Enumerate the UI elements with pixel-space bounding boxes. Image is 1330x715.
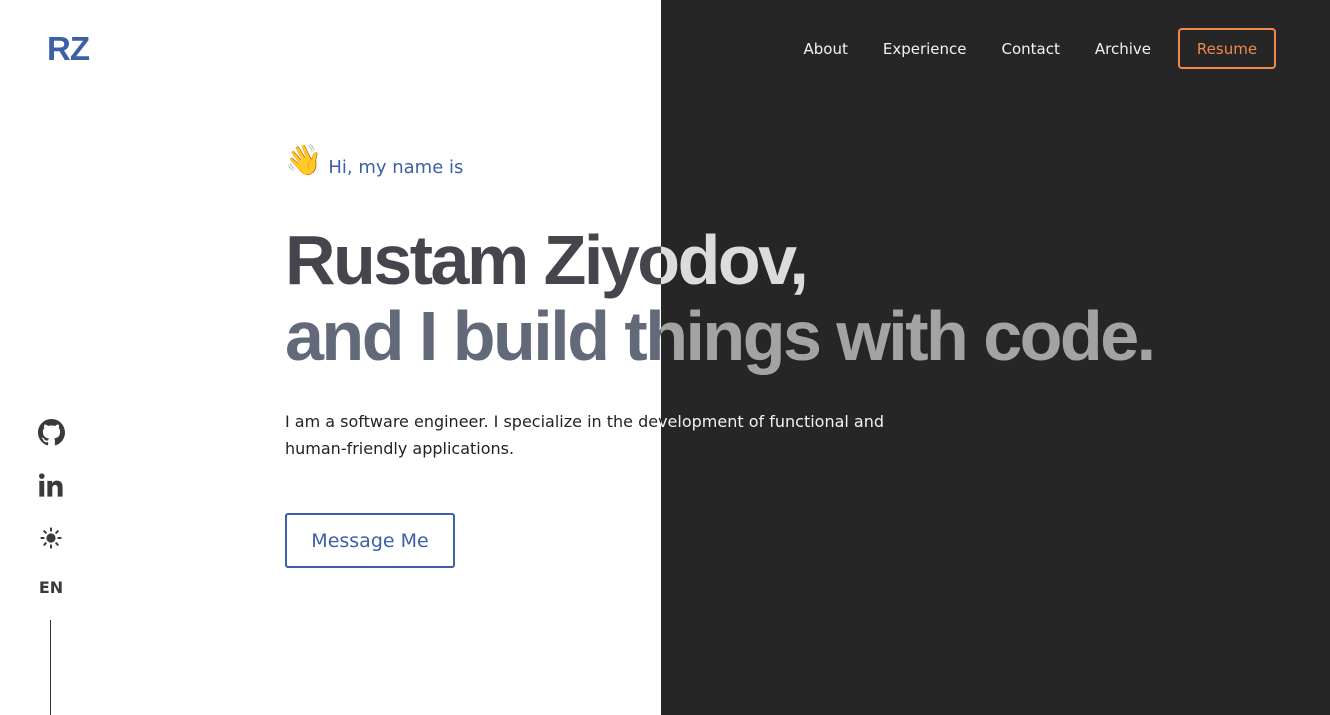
nav-about-link[interactable]: About bbox=[803, 40, 847, 58]
greeting-text: Hi, my name is bbox=[328, 156, 464, 178]
hero-tagline: and I build things with code. bbox=[285, 297, 1156, 375]
sun-icon[interactable] bbox=[37, 524, 65, 552]
nav-archive-link[interactable]: Archive bbox=[1095, 40, 1151, 58]
hero-intro-line-2: human-friendly applications. bbox=[285, 439, 515, 458]
language-toggle[interactable]: EN bbox=[39, 578, 63, 597]
github-icon[interactable] bbox=[37, 418, 65, 446]
hero-name: Rustam Ziyodov, bbox=[285, 221, 809, 299]
logo[interactable]: RZ bbox=[47, 30, 90, 68]
top-nav: About Experience Contact Archive Resume bbox=[803, 0, 1276, 97]
hero-intro: I am a software engineer. I specialize i… bbox=[285, 408, 885, 462]
nav-experience-link[interactable]: Experience bbox=[883, 40, 967, 58]
greeting: 👋 Hi, my name is bbox=[285, 143, 463, 179]
social-sidebar: EN bbox=[36, 418, 66, 597]
resume-button[interactable]: Resume bbox=[1178, 28, 1276, 69]
hero-heading: Rustam Ziyodov, and I build things with … bbox=[285, 221, 1156, 375]
waving-hand-icon: 👋 bbox=[285, 143, 323, 178]
linkedin-icon[interactable] bbox=[37, 471, 65, 499]
hero-intro-line-1: I am a software engineer. I specialize i… bbox=[285, 412, 885, 431]
message-me-button[interactable]: Message Me bbox=[285, 513, 455, 568]
nav-contact-link[interactable]: Contact bbox=[1002, 40, 1060, 58]
social-divider-line bbox=[50, 620, 51, 715]
